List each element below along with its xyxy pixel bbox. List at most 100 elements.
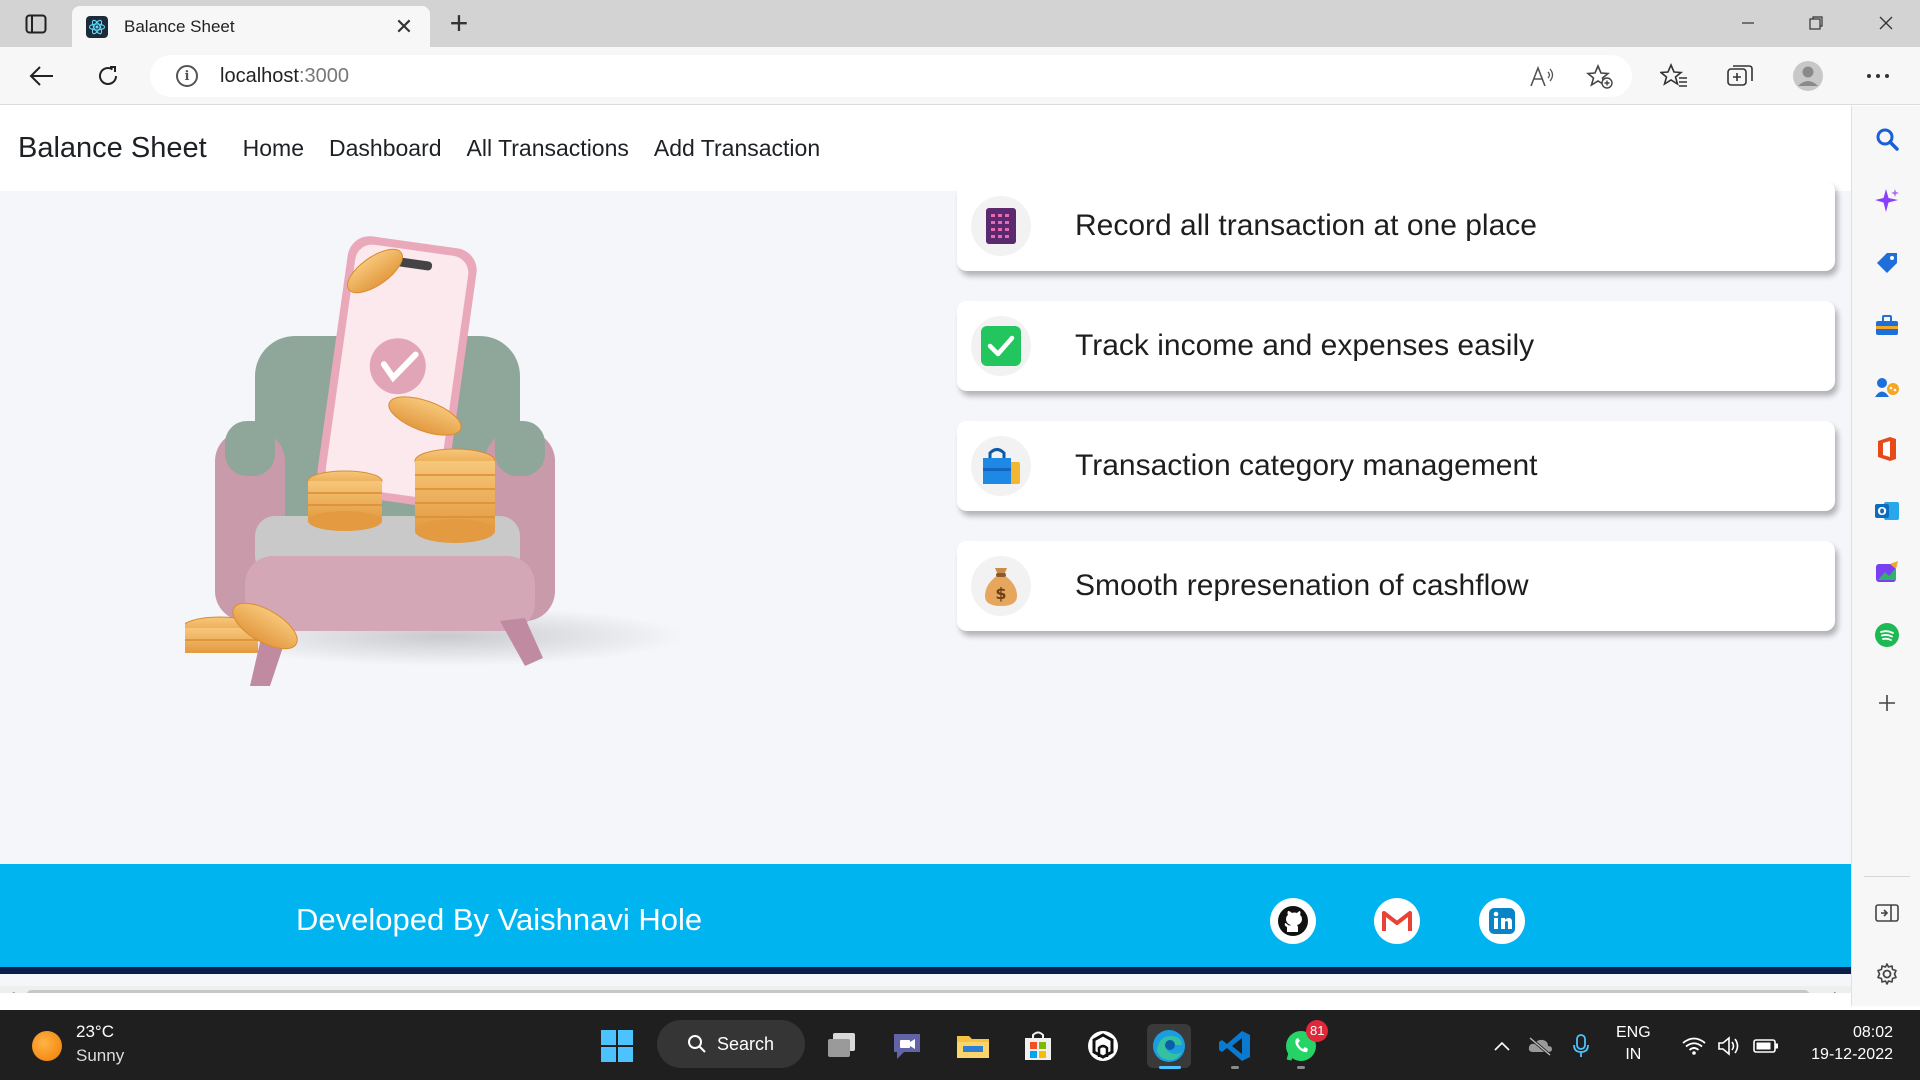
- sidebar-spotify-button[interactable]: [1870, 618, 1904, 652]
- check-mark-icon: [971, 316, 1031, 376]
- page-viewport: Balance Sheet Home Dashboard All Transac…: [0, 106, 1851, 993]
- toolbox-icon: [1876, 315, 1898, 335]
- tab-actions-icon: [25, 14, 47, 34]
- money-bag-icon: $: [971, 556, 1031, 616]
- sidebar-search-button[interactable]: [1870, 122, 1904, 156]
- navbar-brand[interactable]: Balance Sheet: [18, 132, 207, 165]
- taskbar-search[interactable]: Search: [657, 1020, 805, 1068]
- region-code: IN: [1625, 1046, 1642, 1063]
- sidebar-settings-button[interactable]: [1870, 957, 1904, 991]
- search-icon: [1876, 128, 1899, 151]
- weather-sun-icon[interactable]: [32, 1031, 62, 1061]
- task-view-icon: [828, 1033, 855, 1057]
- sidebar-outlook-button[interactable]: O: [1870, 494, 1904, 528]
- feature-card: Record all transaction at one place: [957, 181, 1835, 271]
- taskbar-clock[interactable]: 08:02 19-12-2022: [1798, 1022, 1893, 1066]
- tab-title: Balance Sheet: [124, 16, 235, 36]
- browser-toolbar: i localhost:3000: [0, 47, 1920, 105]
- react-icon: [86, 15, 108, 38]
- scroll-left-icon[interactable]: ◀: [6, 989, 14, 993]
- close-window-button[interactable]: [1866, 8, 1906, 38]
- shopping-tag-icon: [1877, 253, 1897, 273]
- app-hexagon-icon: [1088, 1031, 1118, 1061]
- star-add-icon: [1586, 64, 1613, 89]
- games-icon: [1875, 378, 1899, 397]
- show-hidden-icons-button[interactable]: [1488, 1032, 1516, 1060]
- settings-more-button[interactable]: [1860, 59, 1896, 93]
- scrollbar-thumb[interactable]: [26, 990, 1810, 993]
- refresh-button[interactable]: [90, 59, 126, 93]
- vscode-button[interactable]: [1213, 1024, 1257, 1068]
- linkedin-link[interactable]: [1479, 898, 1525, 944]
- sidebar-office-button[interactable]: [1870, 432, 1904, 466]
- close-tab-button[interactable]: ✕: [392, 14, 416, 40]
- site-info-icon[interactable]: i: [176, 65, 198, 87]
- feature-card: Track income and expenses easily: [957, 301, 1835, 391]
- collections-button[interactable]: [1722, 59, 1758, 93]
- spotify-icon: [1875, 623, 1899, 647]
- minimize-icon: [1742, 22, 1754, 24]
- restore-icon: [1809, 16, 1823, 30]
- microsoft-store-button[interactable]: [1016, 1024, 1060, 1068]
- sidebar-tools-button[interactable]: [1870, 308, 1904, 342]
- horizontal-scrollbar[interactable]: ◀ ▶: [0, 986, 1851, 993]
- language-code: ENG: [1616, 1024, 1651, 1041]
- gmail-link[interactable]: [1374, 898, 1420, 944]
- sidebar-hide-button[interactable]: [1870, 896, 1904, 930]
- browser-tab[interactable]: Balance Sheet ✕: [72, 6, 430, 47]
- back-button[interactable]: [24, 59, 60, 93]
- sidebar-games-button[interactable]: [1870, 370, 1904, 404]
- browser-tab-bar: Balance Sheet ✕ +: [0, 0, 1920, 47]
- sidebar-copilot-button[interactable]: [1870, 184, 1904, 218]
- ledger-book-icon: [971, 196, 1031, 256]
- microphone-button[interactable]: [1567, 1032, 1595, 1060]
- read-aloud-button[interactable]: [1526, 63, 1558, 91]
- sidebar-add-button[interactable]: [1870, 686, 1904, 720]
- hero-illustration: [185, 236, 685, 686]
- nav-link-add-transaction[interactable]: Add Transaction: [654, 135, 820, 162]
- tab-actions-menu-button[interactable]: [20, 10, 52, 38]
- teams-chat-button[interactable]: [885, 1024, 929, 1068]
- minimize-button[interactable]: [1728, 8, 1768, 38]
- profile-button[interactable]: [1790, 59, 1826, 93]
- wifi-button[interactable]: [1680, 1032, 1708, 1060]
- start-button[interactable]: [595, 1024, 639, 1068]
- sidebar-designer-button[interactable]: [1870, 556, 1904, 590]
- scroll-right-icon[interactable]: ▶: [1834, 989, 1842, 993]
- nav-link-dashboard[interactable]: Dashboard: [329, 135, 442, 162]
- battery-button[interactable]: [1752, 1032, 1780, 1060]
- weather-temperature[interactable]: 23°C: [76, 1022, 114, 1042]
- outlook-icon: O: [1875, 502, 1899, 520]
- github-icon: [1278, 906, 1308, 936]
- vscode-icon: [1219, 1031, 1250, 1061]
- task-view-button[interactable]: [820, 1024, 864, 1068]
- weather-condition[interactable]: Sunny: [76, 1046, 124, 1066]
- github-desktop-button[interactable]: [1081, 1024, 1125, 1068]
- sidebar-shopping-button[interactable]: [1870, 246, 1904, 280]
- favorites-button[interactable]: [1656, 59, 1692, 93]
- restore-button[interactable]: [1796, 8, 1836, 38]
- feature-card: Transaction category management: [957, 421, 1835, 511]
- clock-date: 19-12-2022: [1811, 1046, 1893, 1063]
- folder-icon: [957, 1036, 989, 1058]
- store-icon: [1025, 1031, 1051, 1060]
- collections-icon: [1727, 65, 1753, 86]
- taskbar-search-label: Search: [717, 1033, 775, 1054]
- nav-link-home[interactable]: Home: [243, 135, 304, 162]
- volume-button[interactable]: [1715, 1032, 1743, 1060]
- file-explorer-button[interactable]: [951, 1024, 995, 1068]
- windows-taskbar: 23°C Sunny Search 81 ENG IN 08:02 19-12-…: [0, 1010, 1920, 1080]
- new-tab-button[interactable]: +: [442, 7, 476, 39]
- edge-taskbar-button[interactable]: [1147, 1024, 1191, 1068]
- address-bar[interactable]: i localhost:3000: [150, 55, 1632, 97]
- input-language-indicator[interactable]: ENG IN: [1616, 1022, 1651, 1066]
- onedrive-button[interactable]: [1526, 1032, 1554, 1060]
- sidebar-divider: [1864, 876, 1910, 877]
- edge-icon: [1153, 1030, 1185, 1062]
- svg-text:O: O: [1877, 505, 1886, 518]
- nav-link-all-transactions[interactable]: All Transactions: [467, 135, 629, 162]
- add-favorite-button[interactable]: [1584, 63, 1616, 91]
- whatsapp-notification-badge: 81: [1306, 1020, 1329, 1042]
- github-link[interactable]: [1270, 898, 1316, 944]
- windows-logo-icon: [601, 1030, 633, 1062]
